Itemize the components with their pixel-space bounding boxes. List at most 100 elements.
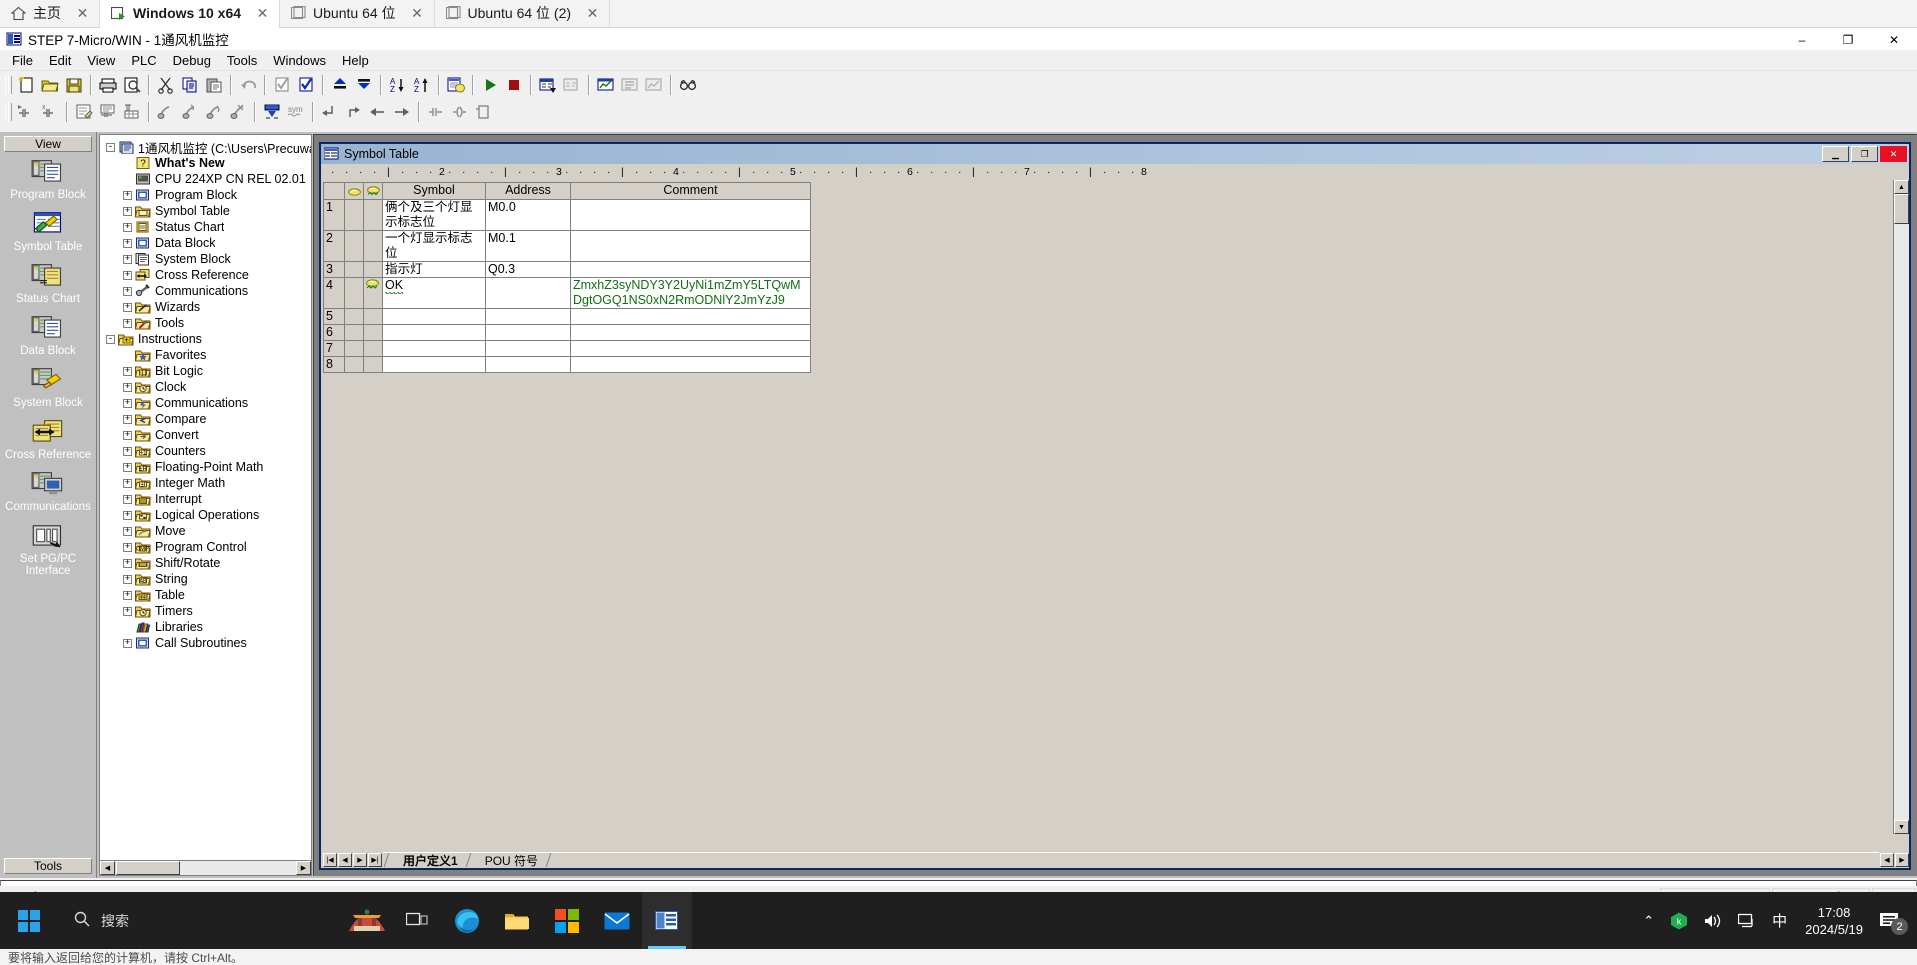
tree-scroll-left-button[interactable]: ◀: [100, 861, 115, 875]
collapse-icon[interactable]: -: [106, 142, 115, 152]
expand-icon[interactable]: +: [123, 494, 132, 504]
edge-icon[interactable]: [442, 892, 492, 949]
table-row[interactable]: 2 一个灯显示标志位 M0.1: [323, 230, 811, 262]
tree-node-cpu-224xp-cn-rel-02-01[interactable]: CPU 224XP CN REL 02.01: [102, 171, 311, 187]
save-icon[interactable]: [62, 73, 86, 96]
row-marker-1-cell[interactable]: [344, 356, 364, 373]
edit-table-icon[interactable]: [72, 100, 96, 123]
sort-ascending-icon[interactable]: AZ: [386, 73, 410, 96]
tree-node-communications[interactable]: + Communications: [102, 283, 311, 299]
symbol-cell[interactable]: OK: [382, 277, 486, 309]
row-marker-2-cell[interactable]: [363, 356, 383, 373]
pinned-app-bridge[interactable]: [342, 892, 392, 949]
symbol-cell[interactable]: [382, 324, 486, 341]
comment-cell[interactable]: ZmxhZ3syNDY3Y2UyNi1mZmY5LTQwMDgtOGQ1NS0x…: [570, 277, 811, 309]
up-arrow-icon[interactable]: [342, 100, 366, 123]
expand-icon[interactable]: +: [123, 366, 132, 376]
menu-item-edit[interactable]: Edit: [41, 52, 79, 69]
table-row[interactable]: 5: [323, 308, 811, 325]
symbol-cell[interactable]: [382, 308, 486, 325]
expand-icon[interactable]: +: [123, 286, 132, 296]
tree-scroll-track[interactable]: [180, 861, 296, 875]
row-marker-1-cell[interactable]: [344, 277, 364, 309]
tree-node-counters[interactable]: + +1 Counters: [102, 443, 311, 459]
comment-cell[interactable]: [570, 356, 811, 373]
tree-horizontal-scrollbar[interactable]: ◀ ▶: [100, 860, 311, 875]
view-glasses-icon[interactable]: [676, 73, 700, 96]
copy-icon[interactable]: [178, 73, 202, 96]
view-bar-item-system-block[interactable]: System Block: [4, 366, 92, 409]
close-icon[interactable]: ✕: [254, 5, 271, 22]
symbol-scroll-track[interactable]: [1894, 224, 1909, 820]
symbol-scroll-down-button[interactable]: ▼: [1894, 820, 1909, 834]
header-marker-2[interactable]: [363, 182, 383, 200]
symbol-cell[interactable]: [382, 356, 486, 373]
symbol-close-button[interactable]: ✕: [1880, 146, 1907, 162]
vmware-tab-3[interactable]: Ubuntu 64 位 (2) ✕: [434, 0, 611, 27]
vmware-tab-2[interactable]: Ubuntu 64 位 ✕: [280, 0, 435, 27]
undo-icon[interactable]: [236, 73, 260, 96]
expand-icon[interactable]: +: [123, 414, 132, 424]
sheet-scroll-left[interactable]: ◀: [1880, 852, 1894, 867]
expand-icon[interactable]: +: [123, 206, 132, 216]
row-number-cell[interactable]: 7: [323, 340, 345, 357]
menu-item-debug[interactable]: Debug: [165, 52, 219, 69]
start-button[interactable]: [0, 892, 58, 949]
insert-network-icon[interactable]: [154, 100, 178, 123]
header-comment[interactable]: Comment: [570, 182, 811, 200]
expand-icon[interactable]: +: [123, 558, 132, 568]
tree-node-table[interactable]: + Table: [102, 587, 311, 603]
trend-view-icon[interactable]: [594, 73, 618, 96]
close-button[interactable]: ✕: [1871, 28, 1917, 51]
expand-icon[interactable]: +: [123, 382, 132, 392]
compile-all-icon[interactable]: [294, 73, 318, 96]
insert-row-icon[interactable]: [202, 100, 226, 123]
expand-icon[interactable]: +: [123, 430, 132, 440]
mail-icon[interactable]: [592, 892, 642, 949]
left-arrow-icon[interactable]: [366, 100, 390, 123]
address-cell[interactable]: [485, 340, 571, 357]
notification-center-button[interactable]: 2: [1873, 892, 1913, 949]
tree-node-tools[interactable]: + Tools: [102, 315, 311, 331]
tree-scroll-right-button[interactable]: ▶: [296, 861, 311, 875]
tree-node-1通风机监控-c-users-precuwa[interactable]: - 1通风机监控 (C:\Users\Precuwa: [102, 139, 311, 156]
tree-node-cross-reference[interactable]: + Cross Reference: [102, 267, 311, 283]
sheet-scroll-right[interactable]: ▶: [1895, 852, 1909, 867]
tree-node-symbol-table[interactable]: + Symbol Table: [102, 203, 311, 219]
menu-item-plc[interactable]: PLC: [123, 52, 164, 69]
row-number-cell[interactable]: 2: [323, 230, 345, 262]
expand-icon[interactable]: +: [123, 526, 132, 536]
right-arrow-icon[interactable]: [390, 100, 414, 123]
box-icon[interactable]: [472, 100, 496, 123]
comment-cell[interactable]: [570, 199, 811, 231]
symbol-cell[interactable]: 一个灯显示标志位: [382, 230, 486, 262]
row-number-cell[interactable]: 6: [323, 324, 345, 341]
expand-icon[interactable]: +: [123, 606, 132, 616]
address-cell[interactable]: [485, 308, 571, 325]
upload-icon[interactable]: [328, 73, 352, 96]
row-marker-1-cell[interactable]: [344, 324, 364, 341]
row-number-cell[interactable]: 4: [323, 277, 345, 309]
file-explorer-icon[interactable]: [492, 892, 542, 949]
table-row[interactable]: 3 指示灯 Q0.3: [323, 261, 811, 278]
tree-node-interrupt[interactable]: + Interrupt: [102, 491, 311, 507]
tree-node-libraries[interactable]: Libraries: [102, 619, 311, 635]
row-number-cell[interactable]: 3: [323, 261, 345, 278]
close-icon[interactable]: ✕: [74, 5, 91, 22]
tree-node-system-block[interactable]: + System Block: [102, 251, 311, 267]
paste-icon[interactable]: [202, 73, 226, 96]
close-icon[interactable]: ✕: [584, 5, 601, 22]
new-file-icon[interactable]: [14, 73, 38, 96]
symbol-cell[interactable]: 俩个及三个灯显示标志位: [382, 199, 486, 231]
row-number-cell[interactable]: 1: [323, 199, 345, 231]
row-marker-1-cell[interactable]: [344, 340, 364, 357]
symbol-vertical-scrollbar[interactable]: ▲ ▼: [1893, 180, 1909, 834]
row-number-cell[interactable]: 8: [323, 356, 345, 373]
prev-sheet-button[interactable]: ◀: [338, 852, 352, 867]
print-preview-icon[interactable]: [120, 73, 144, 96]
symbol-scroll-up-button[interactable]: ▲: [1894, 180, 1909, 194]
expand-icon[interactable]: +: [123, 510, 132, 520]
symbol-cell[interactable]: 指示灯: [382, 261, 486, 278]
comment-cell[interactable]: [570, 308, 811, 325]
table-grid-icon[interactable]: [120, 100, 144, 123]
